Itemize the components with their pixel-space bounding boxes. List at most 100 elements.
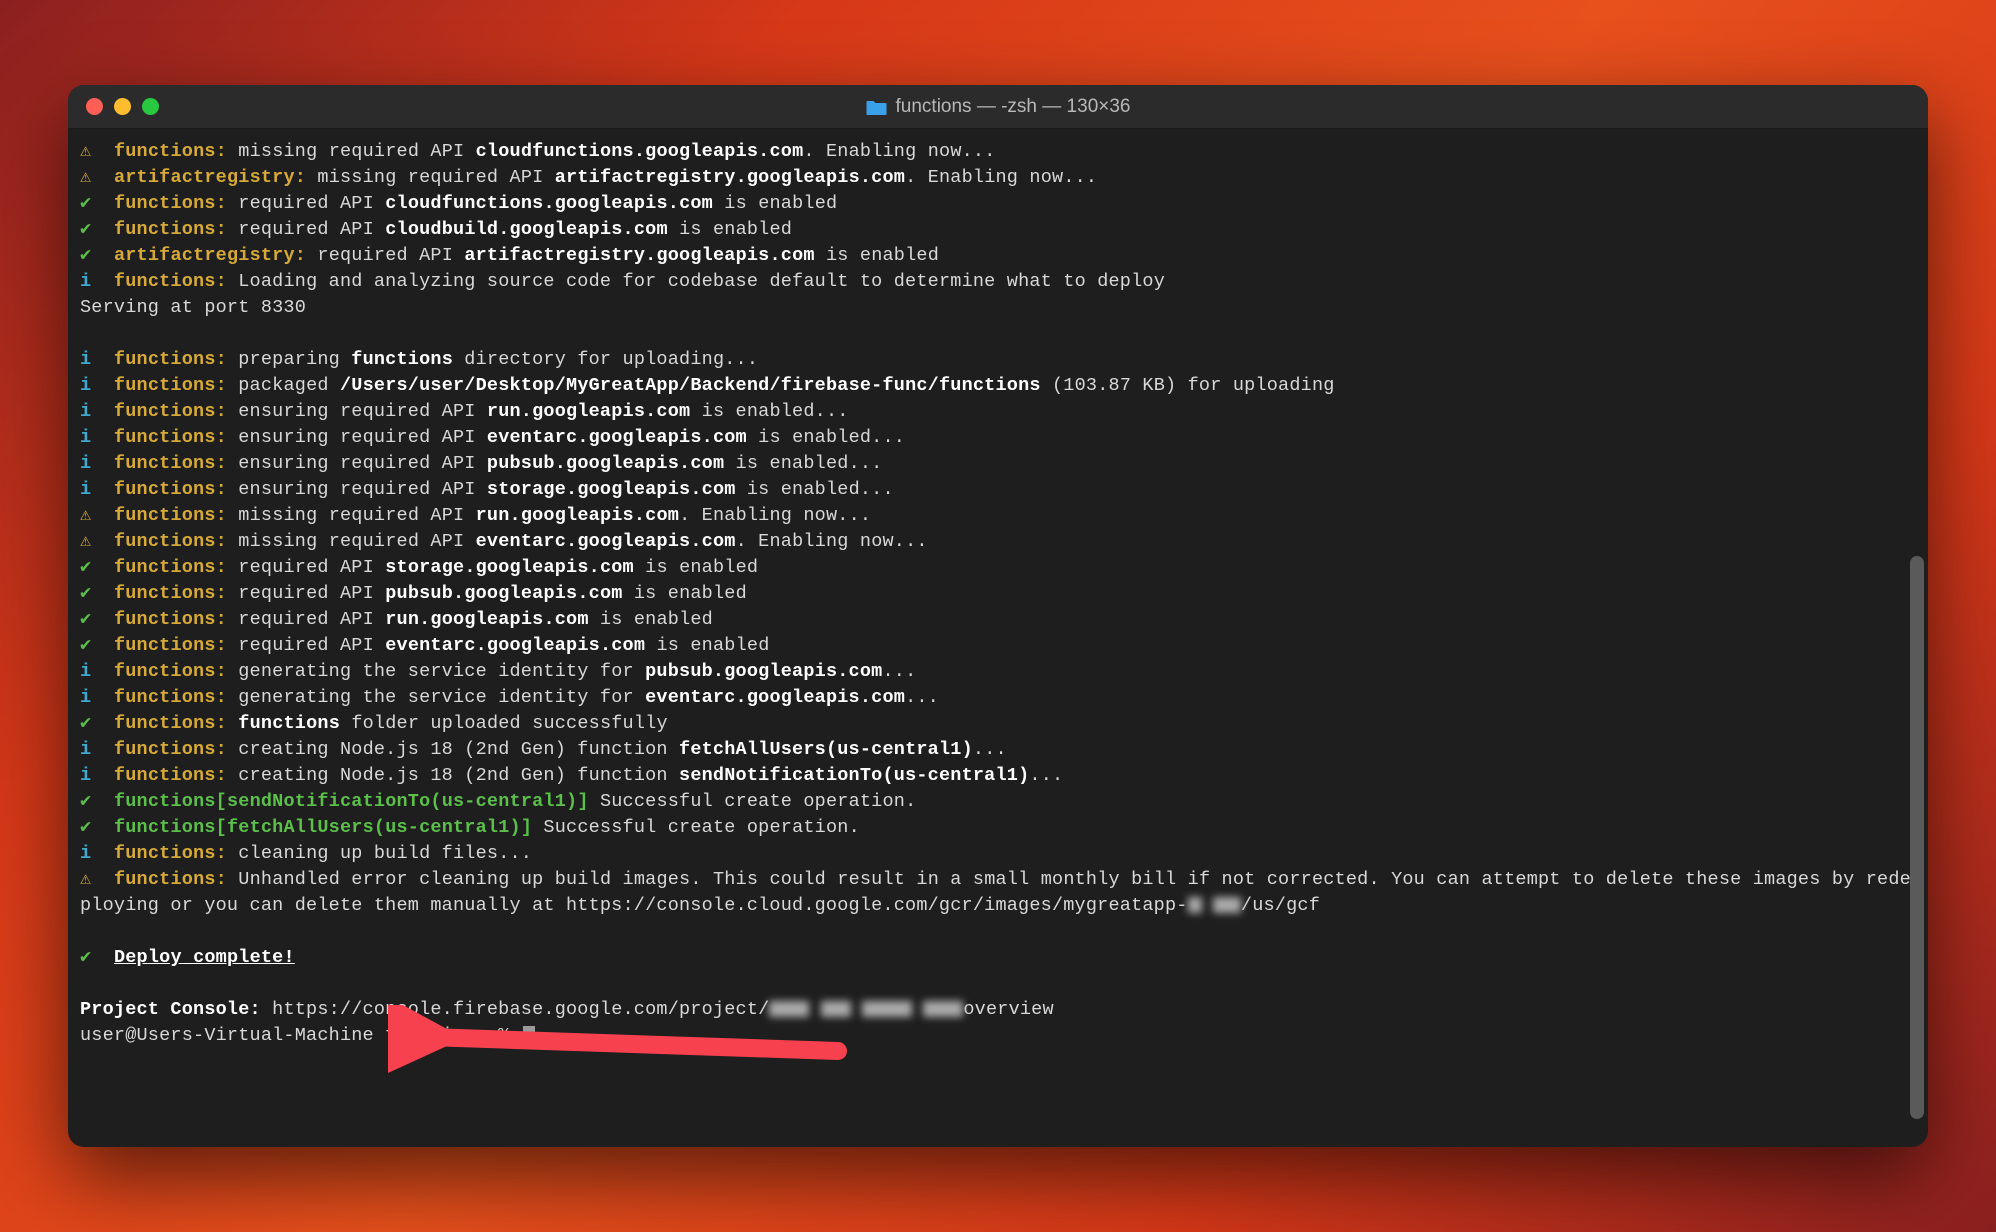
- plain-text: ensuring required API: [227, 401, 487, 422]
- plain-text: preparing: [227, 349, 351, 370]
- bold-text: fetchAllUsers(us-central1): [679, 739, 973, 760]
- scope-label: functions:: [114, 427, 227, 448]
- plain-text: cleaning up build files...: [227, 843, 532, 864]
- bold-text: eventarc.googleapis.com: [645, 687, 905, 708]
- output-line: ✔ functions[fetchAllUsers(us-central1)] …: [80, 815, 1916, 841]
- scope-label: functions:: [114, 271, 227, 292]
- console-url: https://console.firebase.google.com/proj…: [261, 999, 770, 1020]
- output-line: ⚠ functions: missing required API eventa…: [80, 529, 1916, 555]
- plain-text: missing required API: [306, 167, 555, 188]
- plain-text: is enabled: [589, 609, 713, 630]
- maximize-button[interactable]: [142, 98, 159, 115]
- plain-text: ...: [882, 661, 916, 682]
- plain-text: required API: [227, 583, 385, 604]
- output-line: ✔ functions: required API pubsub.googlea…: [80, 581, 1916, 607]
- bold-text: storage.googleapis.com: [385, 557, 634, 578]
- scope-label: functions:: [114, 687, 227, 708]
- check-icon: ✔: [80, 219, 91, 240]
- bold-text: run.googleapis.com: [385, 609, 588, 630]
- plain-text: ...: [1029, 765, 1063, 786]
- plain-text: required API: [227, 219, 385, 240]
- check-icon: ✔: [80, 193, 91, 214]
- bold-text: run.googleapis.com: [487, 401, 690, 422]
- bold-text: eventarc.googleapis.com: [385, 635, 645, 656]
- plain-text: Successful create operation.: [589, 791, 917, 812]
- plain-text: generating the service identity for: [227, 687, 645, 708]
- plain-text: required API: [227, 609, 385, 630]
- output-line: i functions: preparing functions directo…: [80, 347, 1916, 373]
- info-icon: i: [80, 427, 91, 448]
- scope-label: functions:: [114, 609, 227, 630]
- info-icon: i: [80, 739, 91, 760]
- info-icon: i: [80, 401, 91, 422]
- output-line: [80, 321, 1916, 347]
- bold-text: pubsub.googleapis.com: [487, 453, 724, 474]
- redacted-text: [769, 1001, 809, 1017]
- plain-text: missing required API: [227, 141, 476, 162]
- check-icon: ✔: [80, 557, 91, 578]
- bold-text: cloudfunctions.googleapis.com: [476, 141, 804, 162]
- plain-text: is enabled: [713, 193, 837, 214]
- project-console-line: Project Console: https://console.firebas…: [80, 997, 1916, 1023]
- minimize-button[interactable]: [114, 98, 131, 115]
- scope-label: functions:: [114, 713, 227, 734]
- scope-label: functions:: [114, 765, 227, 786]
- output-line: i functions: generating the service iden…: [80, 685, 1916, 711]
- window-title: functions — -zsh — 130×36: [866, 96, 1131, 118]
- plain-text: ensuring required API: [227, 427, 487, 448]
- plain-text: ensuring required API: [227, 479, 487, 500]
- redacted-text: [862, 1001, 912, 1017]
- console-label: Project Console:: [80, 999, 261, 1020]
- plain-text: Successful create operation.: [532, 817, 860, 838]
- bold-text: pubsub.googleapis.com: [645, 661, 882, 682]
- output-line: ⚠ artifactregistry: missing required API…: [80, 165, 1916, 191]
- plain-text: Unhandled error cleaning up build images…: [80, 869, 1911, 916]
- deploy-complete-line: ✔ Deploy complete!: [80, 945, 1916, 971]
- plain-text: ...: [973, 739, 1007, 760]
- terminal-output[interactable]: ⚠ functions: missing required API cloudf…: [68, 129, 1928, 1147]
- cursor: [523, 1026, 535, 1046]
- plain-text: is enabled: [645, 635, 769, 656]
- window-controls: [86, 98, 159, 115]
- check-icon: ✔: [80, 245, 91, 266]
- plain-text: generating the service identity for: [227, 661, 645, 682]
- warn-icon: ⚠: [80, 869, 91, 890]
- scope-label: functions:: [114, 375, 227, 396]
- scrollbar-thumb[interactable]: [1910, 556, 1924, 1119]
- scrollbar[interactable]: [1910, 133, 1924, 1139]
- plain-text: is enabled...: [736, 479, 894, 500]
- folder-icon: [866, 98, 888, 116]
- plain-text: [227, 713, 238, 734]
- output-line: ✔ functions: required API cloudbuild.goo…: [80, 217, 1916, 243]
- bold-text: cloudfunctions.googleapis.com: [385, 193, 713, 214]
- scope-label: functions:: [114, 869, 227, 890]
- check-icon: ✔: [80, 947, 91, 968]
- plain-text: . Enabling now...: [905, 167, 1097, 188]
- output-line: ✔ functions: required API cloudfunctions…: [80, 191, 1916, 217]
- check-icon: ✔: [80, 817, 91, 838]
- bold-text: functions: [351, 349, 453, 370]
- output-line: ✔ functions: required API run.googleapis…: [80, 607, 1916, 633]
- info-icon: i: [80, 349, 91, 370]
- close-button[interactable]: [86, 98, 103, 115]
- plain-text: missing required API: [227, 505, 476, 526]
- scope-label: functions:: [114, 193, 227, 214]
- plain-text: is enabled: [815, 245, 939, 266]
- output-line: ✔ functions: functions folder uploaded s…: [80, 711, 1916, 737]
- plain-text: directory for uploading...: [453, 349, 758, 370]
- scope-label: functions:: [114, 141, 227, 162]
- check-icon: ✔: [80, 791, 91, 812]
- shell-prompt[interactable]: user@Users-Virtual-Machine functions %: [80, 1023, 1916, 1049]
- plain-text: is enabled...: [747, 427, 905, 448]
- plain-text: required API: [227, 193, 385, 214]
- output-line: i functions: ensuring required API stora…: [80, 477, 1916, 503]
- bold-text: functions: [238, 713, 340, 734]
- bold-text: cloudbuild.googleapis.com: [385, 219, 668, 240]
- output-line: [80, 971, 1916, 997]
- scope-label: functions:: [114, 349, 227, 370]
- bold-text: artifactregistry.googleapis.com: [555, 167, 905, 188]
- plain-text: . Enabling now...: [803, 141, 995, 162]
- scope-label: functions:: [114, 739, 227, 760]
- scope-label: functions:: [114, 401, 227, 422]
- info-icon: i: [80, 661, 91, 682]
